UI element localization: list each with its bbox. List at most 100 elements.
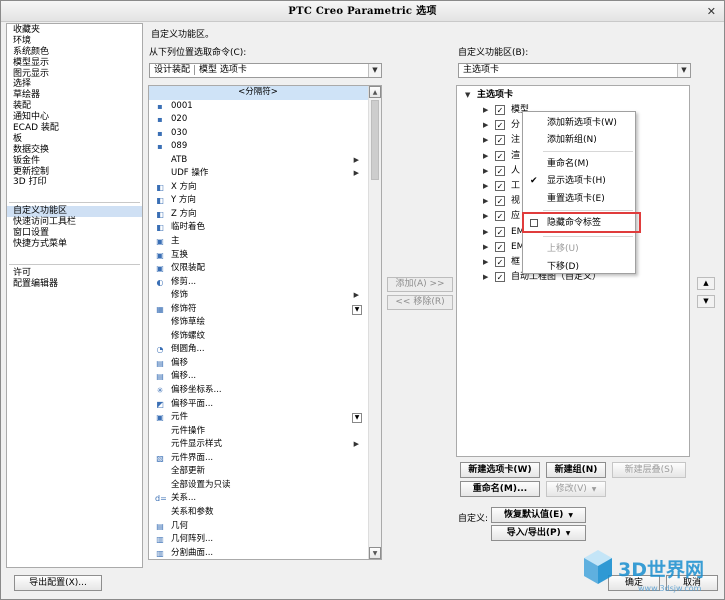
command-item[interactable]: 全部更新	[149, 465, 381, 479]
nav-item[interactable]: 配置编辑器	[7, 279, 142, 290]
command-item[interactable]: 修饰螺纹	[149, 330, 381, 344]
nav-item[interactable]: 模型显示	[7, 58, 142, 69]
new-group-button[interactable]: 新建组(N)	[546, 462, 606, 478]
remove-button[interactable]: << 移除(R)	[387, 295, 453, 310]
nav-item[interactable]: 自定义功能区	[7, 206, 142, 218]
tab-checkbox[interactable]: ✓	[495, 150, 505, 161]
command-item[interactable]: ◐ 修剪...	[149, 276, 381, 290]
source-combo[interactable]: 设计装配 模型 选项卡 ▼	[149, 63, 382, 78]
import-export-button[interactable]: 导入/导出(P) ▼	[491, 525, 586, 541]
command-item[interactable]: 全部设置为只读	[149, 479, 381, 493]
dropdown-icon[interactable]: ▼	[352, 413, 362, 424]
nav-item[interactable]: 板	[7, 134, 142, 145]
expand-icon[interactable]: ▶	[483, 209, 491, 223]
context-menu-item[interactable]: 下移(D)	[524, 260, 635, 275]
command-item[interactable]: d= 关系...	[149, 492, 381, 506]
tab-checkbox[interactable]: ✓	[495, 241, 505, 252]
modify-button[interactable]: 修改(V) ▼	[546, 481, 606, 497]
command-item[interactable]: ◧ 临时着色	[149, 221, 381, 235]
expand-icon[interactable]: ▶	[483, 149, 491, 163]
command-item[interactable]: ◩ 偏移平面...	[149, 398, 381, 412]
new-cascade-button[interactable]: 新建层叠(S)	[612, 462, 686, 478]
expand-icon[interactable]: ▶	[483, 118, 491, 132]
scroll-thumb[interactable]	[371, 100, 379, 180]
dropdown-icon[interactable]: ▼	[352, 304, 362, 315]
chevron-down-icon[interactable]: ▼	[368, 64, 381, 77]
command-item[interactable]: ▤ 偏移...	[149, 370, 381, 384]
context-menu-item[interactable]: 重命名(M)	[524, 157, 635, 172]
nav-item[interactable]: ECAD 装配	[7, 123, 142, 134]
context-menu-item[interactable]: ✔ 显示选项卡(H)	[524, 174, 635, 189]
nav-item[interactable]: 环境	[7, 36, 142, 47]
nav-item[interactable]: 快捷方式菜单	[7, 239, 142, 250]
nav-item[interactable]: 数据交换	[7, 145, 142, 156]
nav-item[interactable]: 许可	[7, 268, 142, 279]
nav-item[interactable]: 装配	[7, 101, 142, 112]
command-item[interactable]: ✳ 偏移坐标系...	[149, 384, 381, 398]
nav-item[interactable]: 草绘器	[7, 90, 142, 101]
expand-icon[interactable]: ▶	[483, 240, 491, 254]
nav-item[interactable]: 窗口设置	[7, 228, 142, 239]
command-item[interactable]: 修饰草绘	[149, 316, 381, 330]
command-item[interactable]: ATB ▶	[149, 154, 381, 168]
nav-item[interactable]: 选择	[7, 79, 142, 90]
close-icon[interactable]: ✕	[705, 5, 718, 18]
expand-icon[interactable]: ▶	[483, 270, 491, 284]
command-item[interactable]: <分隔符>	[149, 86, 381, 100]
command-item[interactable]: ▥ 分割曲面...	[149, 547, 381, 559]
command-item[interactable]: ▦ 修饰符 ▼	[149, 303, 381, 317]
command-item[interactable]: ▪ 030	[149, 127, 381, 141]
nav-item[interactable]: 更新控制	[7, 167, 142, 178]
context-menu-item[interactable]: 添加新选项卡(W)	[524, 116, 635, 131]
command-item[interactable]: ▥ 几何阵列...	[149, 533, 381, 547]
command-item[interactable]: 修饰 ▶	[149, 289, 381, 303]
command-item[interactable]: ▤ 几何	[149, 520, 381, 534]
tab-checkbox[interactable]: ✓	[495, 196, 505, 207]
nav-item[interactable]: 快速访问工具栏	[7, 217, 142, 228]
context-menu-item[interactable]: 上移(U)	[524, 242, 635, 257]
export-config-button[interactable]: 导出配置(X)...	[14, 575, 102, 591]
command-item[interactable]: ◔ 倒圆角...	[149, 343, 381, 357]
command-item[interactable]: 元件显示样式 ▶	[149, 438, 381, 452]
target-combo[interactable]: 主选项卡 ▼	[458, 63, 691, 78]
tab-checkbox[interactable]: ✓	[495, 120, 505, 131]
tab-checkbox[interactable]: ✓	[495, 257, 505, 267]
tab-checkbox[interactable]: ✓	[495, 181, 505, 191]
command-item[interactable]: ▪ 020	[149, 113, 381, 127]
nav-item[interactable]: 图元显示	[7, 69, 142, 80]
command-item[interactable]: ◧ X 方向	[149, 181, 381, 195]
command-item[interactable]: UDF 操作 ▶	[149, 167, 381, 181]
nav-item[interactable]: 收藏夹	[7, 25, 142, 36]
command-item[interactable]: 元件操作	[149, 425, 381, 439]
restore-defaults-button[interactable]: 恢复默认值(E) ▼	[491, 507, 586, 523]
nav-item[interactable]: 系统颜色	[7, 47, 142, 58]
expand-icon[interactable]: ▶	[483, 103, 491, 117]
expand-icon[interactable]: ▶	[483, 133, 491, 147]
command-list[interactable]: <分隔符> ▪ 0001 ▪ 020 ▪ 030 ▪ 089 ATB ▶ UDF 操作 ▶ ◧ X 方向 ◧ Y…	[148, 85, 382, 560]
command-scrollbar[interactable]: ▲ ▼	[368, 86, 381, 559]
command-item[interactable]: ◧ Y 方向	[149, 194, 381, 208]
command-item[interactable]: ◧ Z 方向	[149, 208, 381, 222]
tab-checkbox[interactable]: ✓	[495, 165, 505, 176]
nav-item[interactable]: 3D 打印	[7, 177, 142, 188]
command-item[interactable]: ▤ 偏移	[149, 357, 381, 371]
nav-item[interactable]: 通知中心	[7, 112, 142, 123]
scroll-up-icon[interactable]: ▲	[369, 86, 381, 98]
command-item[interactable]: ▣ 仅限装配	[149, 262, 381, 276]
tab-checkbox[interactable]: ✓	[495, 211, 505, 222]
command-item[interactable]: ▪ 0001	[149, 100, 381, 114]
nav-item[interactable]: 钣金件	[7, 156, 142, 167]
expand-icon[interactable]: ▶	[483, 179, 491, 193]
expand-icon[interactable]: ▶	[483, 255, 491, 269]
rename-button[interactable]: 重命名(M)...	[460, 481, 540, 497]
expand-icon[interactable]: ▶	[483, 164, 491, 178]
command-item[interactable]: ▣ 互换	[149, 249, 381, 263]
command-item[interactable]: 关系和参数	[149, 506, 381, 520]
move-up-button[interactable]: ▲	[697, 277, 715, 290]
new-tab-button[interactable]: 新建选项卡(W)	[460, 462, 540, 478]
move-down-button[interactable]: ▼	[697, 295, 715, 308]
command-item[interactable]: ▣ 主	[149, 235, 381, 249]
tab-checkbox[interactable]: ✓	[495, 226, 505, 237]
chevron-down-icon[interactable]: ▼	[677, 64, 690, 77]
context-menu-item[interactable]: 重置选项卡(E)	[524, 192, 635, 207]
